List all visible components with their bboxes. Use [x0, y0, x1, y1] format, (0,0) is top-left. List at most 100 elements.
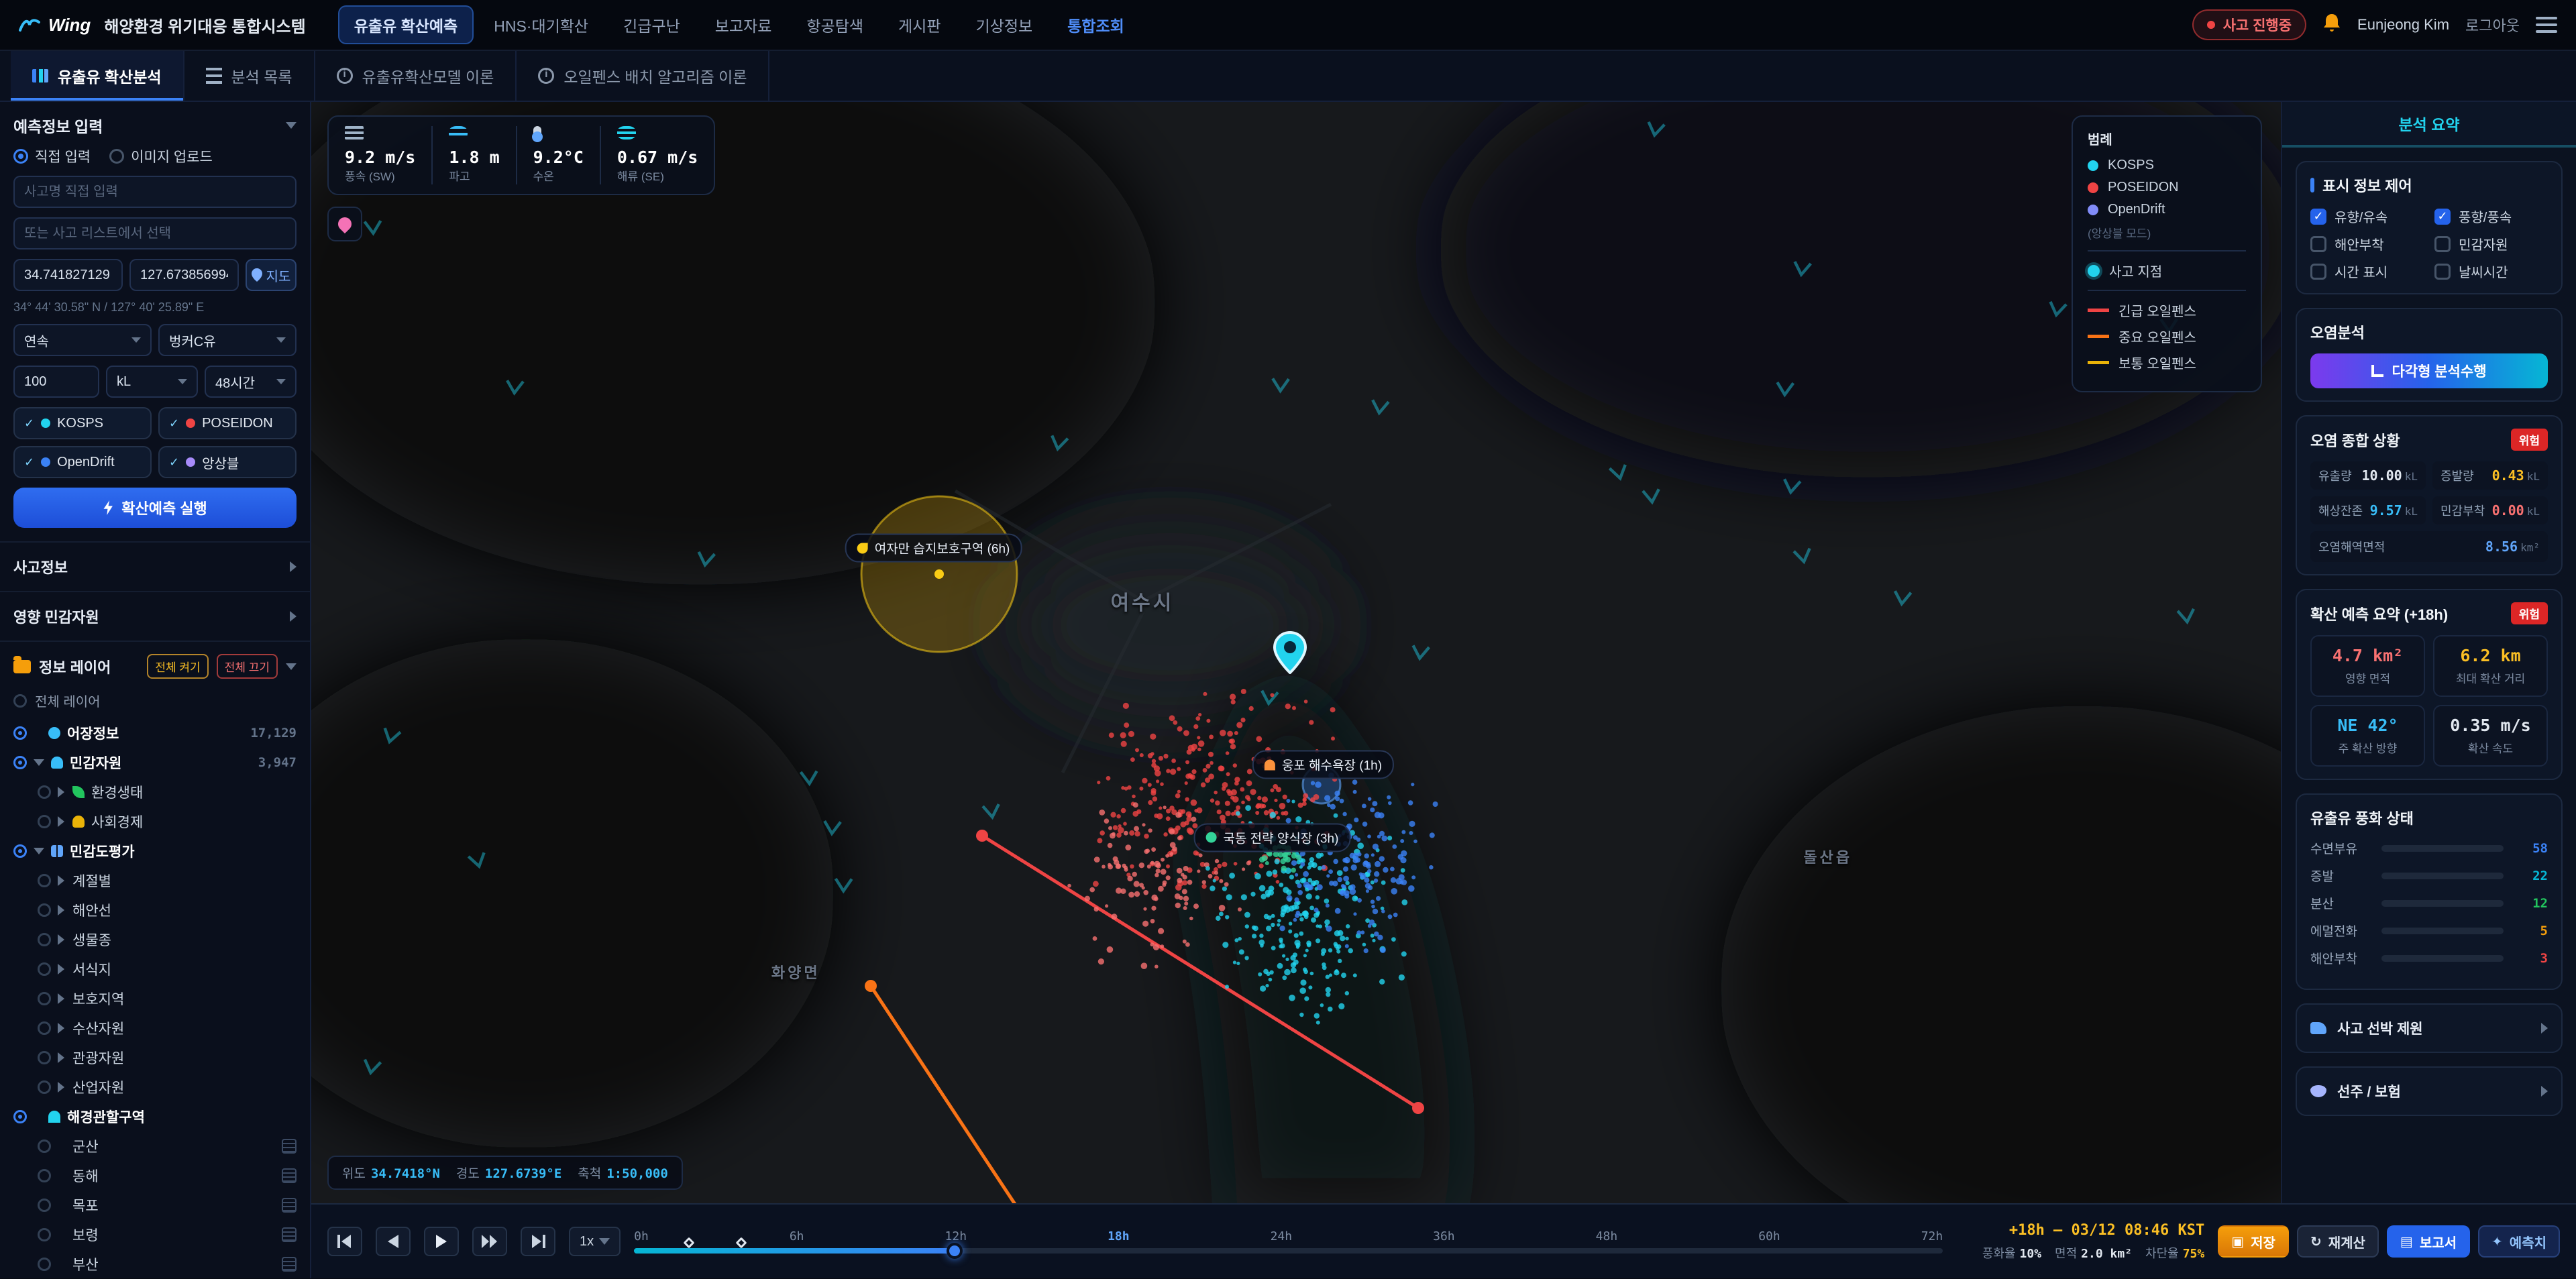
- layer-tree-row[interactable]: 동해: [8, 1161, 302, 1190]
- summary-collapsed-section[interactable]: 사고 선박 제원: [2296, 1003, 2563, 1053]
- tree-caret-icon[interactable]: [58, 993, 66, 1004]
- tree-caret-icon[interactable]: [58, 1023, 66, 1034]
- nav-item[interactable]: 기상정보: [961, 7, 1048, 43]
- nav-item[interactable]: 유출유 확산예측: [337, 5, 474, 44]
- report-button[interactable]: ▤ 보고서: [2386, 1225, 2471, 1258]
- model-toggle[interactable]: ✓ OpenDrift: [13, 446, 152, 478]
- layer-toggle-icon[interactable]: [13, 756, 27, 769]
- timeline-handle[interactable]: [947, 1243, 963, 1259]
- map-canvas[interactable]: 9.2 m/s 풍속 (SW) 1.8 m 파고 9.2°C 수온 0.67 m…: [311, 102, 2281, 1203]
- layer-tree-row[interactable]: 서식지: [8, 954, 302, 984]
- layer-toggle-icon[interactable]: [38, 1228, 51, 1241]
- layer-tree-row[interactable]: 해경관할구역: [8, 1102, 302, 1131]
- latitude-input[interactable]: [13, 259, 123, 291]
- fence-endpoint[interactable]: [1412, 1102, 1424, 1114]
- layer-toggle-icon[interactable]: [38, 1080, 51, 1094]
- map-annotation-chip[interactable]: 웅포 해수욕장 (1h): [1252, 750, 1395, 779]
- play-button[interactable]: [424, 1227, 459, 1256]
- tree-caret-icon[interactable]: [58, 1082, 66, 1093]
- save-button[interactable]: ▣ 저장: [2218, 1225, 2289, 1258]
- timeline-track[interactable]: [634, 1237, 1943, 1259]
- layer-toggle-icon[interactable]: [38, 874, 51, 887]
- layer-toggle-icon[interactable]: [13, 1110, 27, 1123]
- layer-toggle-icon[interactable]: [38, 1021, 51, 1035]
- tab[interactable]: 분석 목록: [184, 51, 315, 101]
- layer-detail-icon[interactable]: [282, 1198, 297, 1213]
- layer-toggle-icon[interactable]: [38, 785, 51, 799]
- layer-detail-icon[interactable]: [282, 1257, 297, 1272]
- spill-amount-input[interactable]: [13, 366, 99, 398]
- logout-button[interactable]: 로그아웃: [2465, 14, 2520, 36]
- layer-tree-row[interactable]: 계절별: [8, 866, 302, 895]
- tree-caret-icon[interactable]: [58, 964, 66, 975]
- measure-tool-button[interactable]: [327, 207, 362, 241]
- input-mode-radio[interactable]: 직접 입력: [13, 146, 91, 166]
- model-toggle[interactable]: ✓ KOSPS: [13, 407, 152, 439]
- layer-tree-row[interactable]: 생물종: [8, 925, 302, 954]
- nav-item[interactable]: 긴급구난: [608, 7, 695, 43]
- fast-forward-button[interactable]: [472, 1227, 507, 1256]
- display-option-checkbox[interactable]: 날씨시간: [2434, 262, 2548, 281]
- incident-list-input[interactable]: [13, 217, 297, 249]
- nav-item[interactable]: 통합조회: [1053, 7, 1139, 43]
- tab[interactable]: 유출유확산모델 이론: [315, 51, 517, 101]
- layer-toggle-icon[interactable]: [38, 962, 51, 976]
- tree-caret-icon[interactable]: [58, 1052, 66, 1063]
- menu-icon[interactable]: [2536, 13, 2557, 37]
- tree-caret-icon[interactable]: [34, 759, 44, 766]
- layer-tree-row[interactable]: 해안선: [8, 895, 302, 925]
- model-toggle[interactable]: ✓ POSEIDON: [158, 407, 297, 439]
- skip-start-button[interactable]: [327, 1227, 362, 1256]
- incident-name-input[interactable]: [13, 176, 297, 208]
- tree-caret-icon[interactable]: [58, 787, 66, 797]
- layer-tree-row[interactable]: 관광자원: [8, 1043, 302, 1072]
- layer-tree-row[interactable]: 환경생태: [8, 777, 302, 807]
- master-layer-row[interactable]: 전체 레이어: [0, 687, 310, 718]
- layer-toggle-icon[interactable]: [38, 1051, 51, 1064]
- layer-toggle-icon[interactable]: [38, 903, 51, 917]
- layer-detail-icon[interactable]: [282, 1139, 297, 1154]
- emergency-oil-fence-line[interactable]: [981, 834, 1419, 1110]
- fence-endpoint[interactable]: [865, 980, 877, 992]
- layer-toggle-icon[interactable]: [38, 815, 51, 828]
- layer-toggle-icon[interactable]: [38, 992, 51, 1005]
- layer-tree-row[interactable]: 수산자원: [8, 1013, 302, 1043]
- sidebar-collapsed-section[interactable]: 사고정보: [0, 541, 310, 591]
- display-option-checkbox[interactable]: 민감자원: [2434, 234, 2548, 254]
- layer-tree-row[interactable]: 목포: [8, 1190, 302, 1220]
- unit-select[interactable]: kL: [106, 366, 198, 398]
- duration-select[interactable]: 48시간: [205, 366, 297, 398]
- model-toggle[interactable]: ✓ 앙상블: [158, 446, 297, 478]
- step-back-button[interactable]: [376, 1227, 411, 1256]
- oil-type-select[interactable]: 벙커C유: [158, 324, 297, 356]
- tree-caret-icon[interactable]: [58, 905, 66, 915]
- layer-toggle-icon[interactable]: [38, 1139, 51, 1153]
- tree-caret-icon[interactable]: [58, 816, 66, 827]
- longitude-input[interactable]: [129, 259, 239, 291]
- predict-section-header[interactable]: 예측정보 입력: [0, 102, 310, 146]
- nav-item[interactable]: 항공탐색: [792, 7, 878, 43]
- layer-tree-row[interactable]: 사회경제: [8, 807, 302, 836]
- summary-tab[interactable]: 분석 요약: [2282, 102, 2576, 148]
- display-option-checkbox[interactable]: 풍향/풍속: [2434, 207, 2548, 226]
- layer-tree-row[interactable]: 어장정보 17,129: [8, 718, 302, 748]
- polygon-analysis-button[interactable]: 다각형 분석수행: [2310, 353, 2548, 388]
- timeline-ruler[interactable]: 0h 6h 12h 18h 24h 36h 48h 60h 72h: [634, 1229, 1943, 1259]
- tree-caret-icon[interactable]: [58, 875, 66, 886]
- layer-tree-row[interactable]: 보호지역: [8, 984, 302, 1013]
- skip-end-button[interactable]: [521, 1227, 555, 1256]
- map-annotation-chip[interactable]: 국동 전략 양식장 (3h): [1193, 823, 1351, 852]
- layer-toggle-icon[interactable]: [13, 844, 27, 858]
- layer-tree-row[interactable]: 민감자원 3,947: [8, 748, 302, 777]
- incident-location-pin[interactable]: [1273, 630, 1307, 678]
- map-annotation-chip[interactable]: 여자만 습지보호구역 (6h): [845, 533, 1022, 563]
- layer-detail-icon[interactable]: [282, 1227, 297, 1242]
- layer-tree-row[interactable]: 민감도평가: [8, 836, 302, 866]
- forecast-button[interactable]: ✦ 예측치: [2478, 1225, 2560, 1258]
- layer-toggle-icon[interactable]: [38, 1258, 51, 1271]
- pick-on-map-button[interactable]: 지도: [246, 259, 297, 291]
- layer-tree-row[interactable]: 부산: [8, 1249, 302, 1278]
- nav-item[interactable]: 게시판: [883, 7, 955, 43]
- layer-toggle-icon[interactable]: [38, 1199, 51, 1212]
- input-mode-radio[interactable]: 이미지 업로드: [109, 146, 213, 166]
